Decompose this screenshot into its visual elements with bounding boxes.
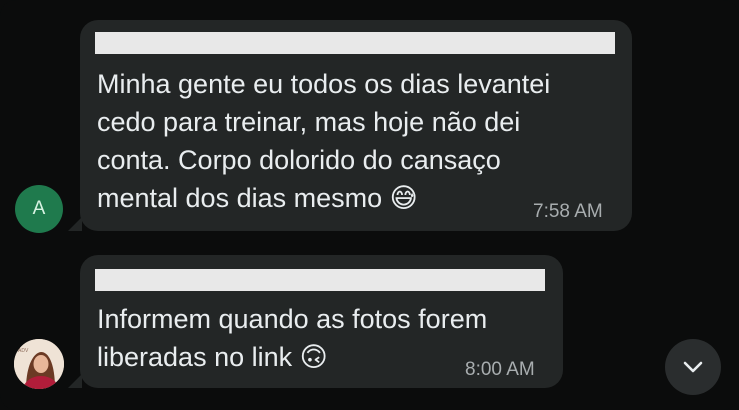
message-timestamp: 8:00 AM	[465, 359, 535, 380]
message-text: Minha gente eu todos os dias levantei ce…	[97, 69, 551, 213]
message-bubble[interactable]: Informem quando as fotos forem liberadas…	[68, 255, 563, 388]
avatar-photo-label: ADV	[18, 348, 29, 354]
sweat-smile-emoji: 😅	[389, 183, 418, 213]
upside-down-face-emoji: 🙃	[299, 342, 328, 372]
redacted-sender-name	[95, 32, 615, 54]
chevron-down-icon	[683, 361, 703, 373]
avatar[interactable]: ADV	[14, 339, 64, 389]
avatar-initial: A	[32, 198, 46, 219]
scroll-to-bottom-button[interactable]	[665, 339, 721, 395]
message-timestamp: 7:58 AM	[533, 201, 603, 222]
bubble-tail	[68, 374, 82, 388]
avatar[interactable]: A	[15, 185, 63, 233]
redacted-sender-name	[95, 269, 545, 291]
avatar-photo-image: ADV	[14, 339, 64, 389]
message-bubble[interactable]: Minha gente eu todos os dias levantei ce…	[68, 20, 632, 231]
bubble-tail	[68, 217, 82, 231]
chat-window: Minha gente eu todos os dias levantei ce…	[0, 0, 739, 410]
